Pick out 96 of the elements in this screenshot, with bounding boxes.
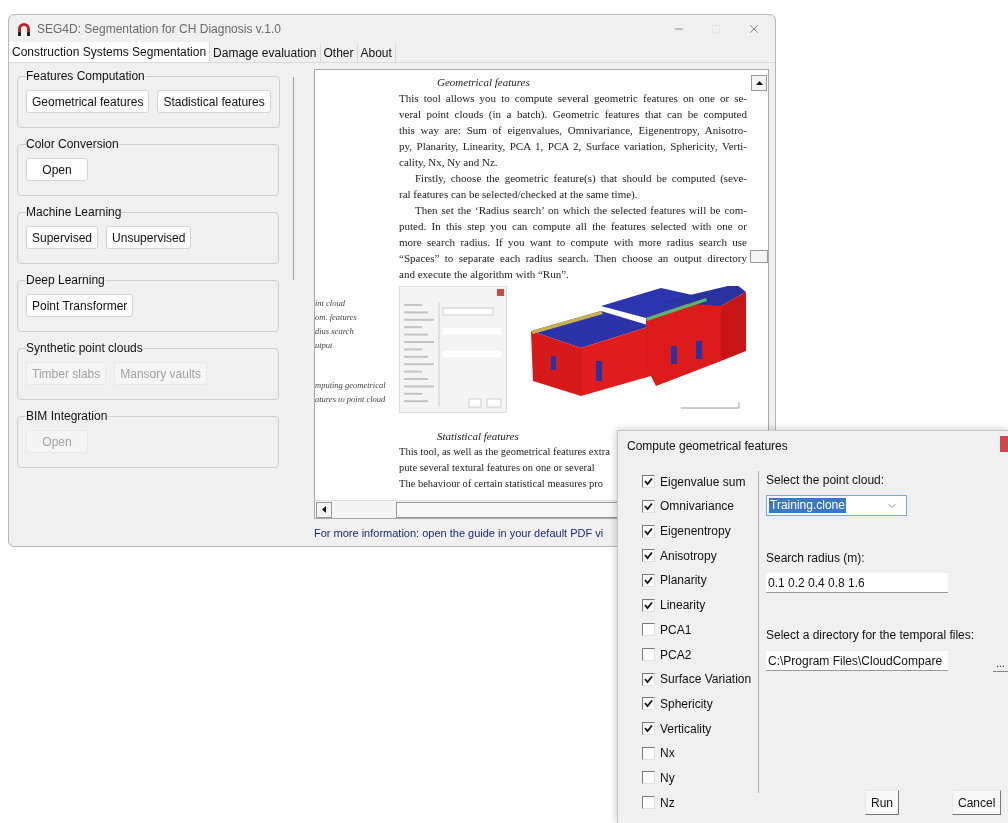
document-text-line: The behaviour of certain statistical measures pro xyxy=(399,477,604,491)
figure-caption: dius search xyxy=(315,325,355,338)
action-button[interactable]: Supervised xyxy=(26,226,99,249)
check-icon xyxy=(644,699,653,709)
check-icon xyxy=(644,674,653,684)
section-heading: Geometrical features xyxy=(436,75,531,90)
checkbox-label: Eigenvalue sum xyxy=(660,473,746,491)
check-icon xyxy=(644,724,653,734)
checkbox[interactable] xyxy=(642,648,655,662)
check-icon xyxy=(644,575,653,585)
figure-caption: int cloud xyxy=(315,297,346,310)
checkbox[interactable] xyxy=(642,672,655,686)
dialog-title: Compute geometrical features xyxy=(627,438,788,456)
group-title: BIM Integration xyxy=(26,410,108,422)
checkbox-label: Surface Variation xyxy=(660,671,752,689)
dropdown-value: Training.clone xyxy=(769,498,846,514)
left-arrow-icon xyxy=(322,506,326,513)
document-text-line: pute several textural features on one or several xyxy=(399,461,595,475)
group-title: Deep Learning xyxy=(26,274,105,286)
checkbox[interactable] xyxy=(642,623,655,637)
document-text-line: py, Planarity, Linearity, PCA 1, PCA 2, Surface variation, Sphericity, Verti- xyxy=(399,139,747,154)
window-title: SEG4D: Segmentation for CH Diagnosis v.1.0 xyxy=(37,21,281,38)
document-text-line: “Spaces” to separate each radius search. Then choose an output directory xyxy=(399,251,747,266)
checkbox-label: Nx xyxy=(660,745,675,763)
check-icon xyxy=(644,600,653,610)
checkbox-label: Linearity xyxy=(660,597,706,615)
document-text-line: ral features can be selected/checked at the same time). xyxy=(399,187,638,202)
directory-input[interactable]: C:\Program Files\CloudCompare xyxy=(766,651,948,672)
tab[interactable]: Damage evaluation xyxy=(210,44,321,62)
check-icon xyxy=(644,501,653,511)
checkbox[interactable] xyxy=(642,796,655,810)
action-button[interactable]: Stadistical features xyxy=(157,90,271,113)
point-cloud-dropdown[interactable]: Training.clone xyxy=(766,495,907,517)
check-icon xyxy=(644,551,653,561)
group-title: Color Conversion xyxy=(26,138,119,150)
field-label: Search radius (m): xyxy=(766,550,866,568)
group-title: Machine Learning xyxy=(26,206,122,218)
tab[interactable]: Construction Systems Segmentation xyxy=(9,42,211,62)
checkbox-label: PCA1 xyxy=(660,621,692,639)
field-label: Select the point cloud: xyxy=(766,472,886,490)
action-button[interactable]: Unsupervised xyxy=(106,226,192,249)
checkbox[interactable] xyxy=(642,722,655,736)
document-text-line: and execute the algorithm with “Run”. xyxy=(399,267,569,282)
checkbox[interactable] xyxy=(642,598,655,612)
section-heading: Statistical features xyxy=(436,429,520,444)
action-button[interactable]: Open xyxy=(26,158,88,181)
group-title: Synthetic point clouds xyxy=(26,342,143,354)
checkbox-label: Sphericity xyxy=(660,695,713,713)
checkbox[interactable] xyxy=(642,524,655,538)
close-button[interactable] xyxy=(1000,436,1008,453)
browse-button[interactable]: ... xyxy=(993,656,1008,673)
document-text-line: Then set the ‘Radius search’ on which the selected features will be com- xyxy=(414,203,747,218)
checkbox[interactable] xyxy=(642,475,655,489)
scroll-left-button[interactable] xyxy=(316,501,332,518)
checkbox-label: Omnivariance xyxy=(660,498,735,516)
scroll-up-button[interactable] xyxy=(751,75,767,91)
checkbox[interactable] xyxy=(642,746,655,760)
info-text: For more information: open the guide in your default PDF vi xyxy=(314,526,604,541)
document-text-line: puted. In this step you can compute all the features selected with one or xyxy=(399,219,747,234)
checkbox-label: Nz xyxy=(660,794,675,812)
checkbox[interactable] xyxy=(642,771,655,785)
checkbox-label: Anisotropy xyxy=(660,547,717,565)
field-label: Select a directory for the temporal files: xyxy=(766,627,976,645)
check-icon xyxy=(644,526,653,536)
checkbox[interactable] xyxy=(642,697,655,711)
tab[interactable]: About xyxy=(357,44,396,62)
dialog-button[interactable]: Run xyxy=(865,790,899,815)
checkbox-label: Verticality xyxy=(660,720,712,738)
radius-input[interactable]: 0.1 0.2 0.4 0.8 1.6 xyxy=(766,573,948,594)
arch-logo-icon xyxy=(17,22,31,36)
document-text-line: this way are: Sum of eigenvalues, Omnivariance, Eigenentropy, Anisotro- xyxy=(399,123,747,138)
action-button[interactable]: Geometrical features xyxy=(26,90,150,113)
figure-caption: om. features xyxy=(315,311,358,324)
scrollbar-thumb[interactable] xyxy=(750,250,768,263)
document-text-line: Firstly, choose the geometric feature(s) that should be computed (seve- xyxy=(414,171,747,186)
document-text-line: This tool allows you to compute several geometric features on one or se- xyxy=(399,91,747,106)
checkbox[interactable] xyxy=(642,499,655,513)
document-text-line: veral point clouds (in a batch). Geometric features that can be computed xyxy=(399,107,747,122)
figure-caption: atures to point cloud xyxy=(315,393,387,406)
checkbox-label: Eigenentropy xyxy=(660,523,731,541)
checkbox-label: PCA2 xyxy=(660,646,692,664)
close-icon[interactable] xyxy=(747,22,761,36)
check-icon xyxy=(644,477,653,487)
document-text-line: This tool, as well as the geometrical features extra xyxy=(399,445,610,459)
figure-caption: utput xyxy=(315,339,334,352)
document-text-line: cality, Nx, Ny and Nz. xyxy=(399,155,498,170)
group-title: Features Computation xyxy=(26,70,145,82)
action-button[interactable]: Point Transformer xyxy=(26,294,134,317)
checkbox[interactable] xyxy=(642,573,655,587)
document-text-line: more search radius. If you want to compute with more radius search use xyxy=(399,235,747,250)
checkbox-label: Ny xyxy=(660,769,675,787)
checkbox-label: Planarity xyxy=(660,572,707,590)
checkbox[interactable] xyxy=(642,549,655,563)
up-arrow-icon xyxy=(755,81,763,85)
dialog-button[interactable]: Cancel xyxy=(952,790,1002,815)
figure-caption: mputing geometrical xyxy=(315,379,387,392)
